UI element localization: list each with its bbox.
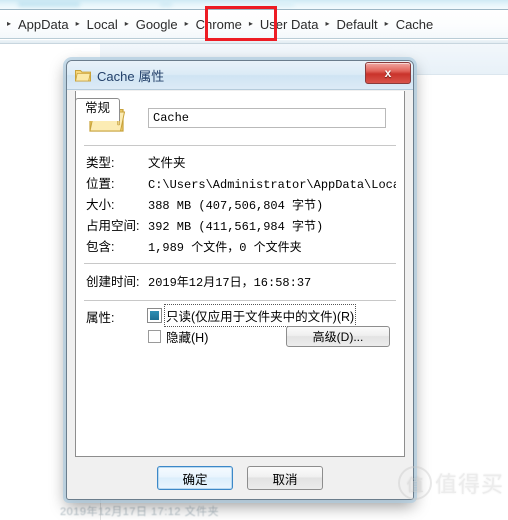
close-icon: x (384, 66, 392, 80)
info-value-created: 2019年12月17日，16:58:37 (148, 276, 312, 290)
tab-page-general: 类型: 文件夹 位置: C:\Users\Administrator\AppDa… (75, 91, 405, 457)
annotation-rectangle-chrome (205, 6, 277, 41)
info-row-contains: 包含: 1,989 个文件，0 个文件夹 (84, 236, 396, 257)
created-table: 创建时间: 2019年12月17日，16:58:37 (76, 264, 404, 298)
breadcrumb-item-cache[interactable]: Cache (390, 14, 440, 35)
advanced-button[interactable]: 高级(D)... (286, 326, 390, 347)
dialog-title: Cache 属性 (97, 68, 165, 84)
info-row-type: 类型: 文件夹 (84, 152, 396, 173)
breadcrumb-item-default[interactable]: Default (330, 14, 383, 35)
info-row-location: 位置: C:\Users\Administrator\AppData\Local… (84, 173, 396, 194)
cancel-button[interactable]: 取消 (247, 466, 323, 490)
breadcrumb-item-local[interactable]: Local (81, 14, 124, 35)
attributes-body: 只读(仅应用于文件夹中的文件)(R) 隐藏(H) 高级(D)... (147, 304, 396, 347)
info-label-size-on-disk: 占用空间: (86, 219, 140, 233)
readonly-checkbox-row[interactable]: 只读(仅应用于文件夹中的文件)(R) (147, 304, 396, 327)
folder-properties-dialog: Cache 属性 x 常规 共享 安全 自定义 类型: 文件夹 (66, 60, 414, 500)
folder-icon (75, 68, 91, 82)
info-row-size-on-disk: 占用空间: 392 MB (411,561,984 字节) (84, 215, 396, 236)
dialog-title-bar[interactable]: Cache 属性 x (67, 61, 413, 90)
ok-button[interactable]: 确定 (157, 466, 233, 490)
close-button[interactable]: x (365, 62, 411, 84)
readonly-checkbox[interactable] (147, 308, 162, 323)
info-label-type: 类型: (86, 156, 115, 170)
dialog-footer: 确定 取消 (67, 457, 413, 499)
info-value-type: 文件夹 (148, 156, 186, 170)
info-label-location: 位置: (86, 177, 115, 191)
breadcrumb-item-google[interactable]: Google (130, 14, 184, 35)
background-file-row-text: 2019年12月17日 17:12 文件夹 (60, 506, 220, 518)
blurred-ui-fragment (160, 1, 172, 7)
folder-name-input[interactable] (148, 108, 386, 128)
info-value-size-on-disk: 392 MB (411,561,984 字节) (148, 220, 324, 234)
hidden-checkbox-row[interactable]: 隐藏(H) 高级(D)... (148, 326, 396, 347)
info-label-size: 大小: (86, 198, 115, 212)
hidden-label[interactable]: 隐藏(H) (166, 327, 208, 346)
attributes-label: 属性: (86, 311, 115, 325)
info-value-contains: 1,989 个文件，0 个文件夹 (148, 241, 302, 255)
info-row-created: 创建时间: 2019年12月17日，16:58:37 (84, 271, 396, 292)
readonly-label[interactable]: 只读(仅应用于文件夹中的文件)(R) (163, 304, 357, 327)
folder-info-table: 类型: 文件夹 位置: C:\Users\Administrator\AppDa… (76, 146, 404, 257)
breadcrumb-item-appdata[interactable]: AppData (12, 14, 75, 35)
tab-general[interactable]: 常规 (75, 98, 121, 121)
folder-name-row (76, 91, 404, 143)
info-value-size: 388 MB (407,506,804 字节) (148, 199, 324, 213)
hidden-checkbox[interactable] (148, 330, 161, 343)
info-label-contains: 包含: (86, 240, 115, 254)
info-value-location: C:\Users\Administrator\AppData\Local\Goo… (148, 178, 396, 192)
info-label-created: 创建时间: (86, 275, 140, 289)
attributes-section: 属性: 只读(仅应用于文件夹中的文件)(R) 隐藏(H) 高级(D)... (76, 301, 404, 347)
info-row-size: 大小: 388 MB (407,506,804 字节) (84, 194, 396, 215)
blurred-ui-fragment (18, 1, 80, 7)
